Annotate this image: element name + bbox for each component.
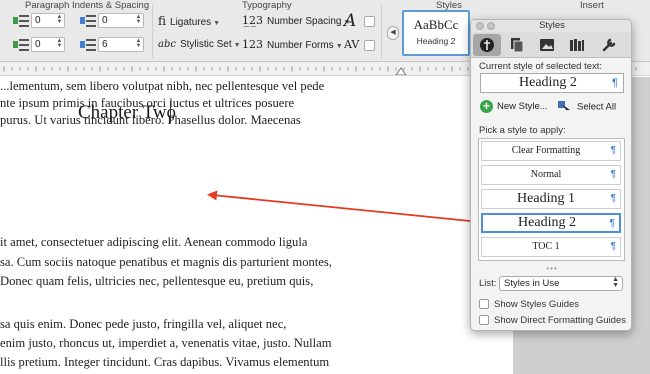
indent-right-field[interactable]: 0 ▲ ▼	[31, 37, 65, 52]
indent-right-icon	[13, 38, 29, 52]
style-list: Clear Formatting ¶ Normal ¶ Heading 1 ¶ Headin…	[478, 138, 625, 261]
styles-pane-titlebar[interactable]: Styles	[471, 20, 631, 32]
body-text-line: sa. Cum sociis natoque penatibus et magn…	[0, 255, 332, 269]
paragraph-style-icon: ¶	[609, 218, 615, 229]
spacing-after-icon	[80, 38, 96, 52]
ligatures-button[interactable]: ﬁ Ligatures ▼	[158, 14, 220, 31]
style-item[interactable]: TOC 1 ¶	[481, 237, 621, 257]
style-item[interactable]: Heading 1 ¶	[481, 189, 621, 209]
number-spacing-button[interactable]: 1̲2̲3 Number Spacing ▼	[242, 14, 350, 30]
styles-gallery-style-name: Heading 2	[416, 36, 456, 46]
paragraph-style-icon: ¶	[610, 145, 616, 156]
chapter-heading[interactable]: Chapter Two	[78, 102, 176, 124]
style-item-label: Heading 1	[517, 191, 575, 206]
list-filter-label: List:	[479, 278, 497, 289]
tab-tools[interactable]	[595, 34, 623, 56]
number-forms-icon: 123	[242, 38, 263, 51]
number-spacing-icon: 1̲2̲3	[242, 14, 263, 27]
current-style-field: Heading 2 ¶	[480, 73, 624, 93]
list-filter-select[interactable]: Styles in Use ▲ ▼	[499, 276, 623, 291]
paragraph-style-icon: ¶	[610, 241, 616, 252]
add-icon: +	[480, 100, 493, 113]
style-item-label: Normal	[530, 169, 562, 180]
paragraph-style-icon: ¶	[610, 169, 616, 180]
tab-clipboard[interactable]	[503, 34, 531, 56]
list-resize-handle[interactable]: •••	[471, 264, 631, 273]
new-style-button[interactable]: + New Style...	[480, 100, 548, 114]
body-text-line: llis pretium. Integer tincidunt. Cras da…	[0, 355, 330, 369]
indent-left-icon	[13, 14, 29, 28]
insert-group-label: Insert	[580, 0, 604, 11]
media-browser-icon	[540, 39, 554, 51]
paragraph-group-label: Paragraph Indents & Spacing	[25, 0, 150, 11]
styles-gallery-prev-button[interactable]: ◀	[387, 26, 399, 40]
contextual-alternates-icon[interactable]: A	[344, 11, 356, 31]
kerning-icon[interactable]: AV	[344, 38, 359, 52]
style-item[interactable]: Normal ¶	[481, 165, 621, 185]
styles-gallery-heading-2[interactable]: AaBbCc Heading 2	[402, 10, 470, 56]
stylistic-set-icon: abc	[158, 39, 176, 50]
kerning-checkbox[interactable]	[364, 40, 375, 51]
body-text-line: it amet, consectetuer adipiscing elit. A…	[0, 235, 308, 249]
style-item[interactable]: Clear Formatting ¶	[481, 141, 621, 161]
reference-tools-icon	[570, 39, 584, 51]
tab-media[interactable]	[533, 34, 561, 56]
pick-style-label: Pick a style to apply:	[479, 125, 566, 136]
ligatures-icon: ﬁ	[158, 14, 167, 28]
style-item-label: Clear Formatting	[511, 145, 581, 156]
contextual-alternates-checkbox[interactable]	[364, 16, 375, 27]
styles-pane-title: Styles	[539, 20, 565, 31]
body-text-line: Donec quam felis, ultricies nec, pellent…	[0, 274, 314, 288]
paragraph-style-icon: ¶	[610, 193, 616, 204]
styles-gallery-preview: AaBbCc	[413, 17, 459, 32]
typography-group-label: Typography	[242, 0, 292, 11]
show-styles-guides-checkbox[interactable]	[479, 299, 489, 310]
tab-reference[interactable]	[563, 34, 591, 56]
number-forms-button[interactable]: 123 Number Forms ▼	[242, 38, 343, 54]
show-styles-guides-option[interactable]: Show Styles Guides	[479, 299, 579, 310]
style-item[interactable]: Heading 2 ¶	[481, 213, 621, 233]
tab-styles[interactable]	[473, 34, 501, 56]
select-stepper-icon: ▲ ▼	[612, 276, 619, 289]
styles-palette-icon	[480, 38, 494, 52]
clipboard-icon	[511, 38, 524, 53]
show-direct-formatting-checkbox[interactable]	[479, 315, 489, 326]
toolbox-tabs	[471, 32, 631, 58]
styles-pane: Styles Current style of selected text: H…	[470, 19, 632, 331]
select-all-button[interactable]: Select All	[557, 100, 616, 115]
spacing-before-icon	[80, 14, 96, 28]
show-direct-formatting-option[interactable]: Show Direct Formatting Guides	[479, 315, 626, 326]
paragraph-style-icon: ¶	[612, 77, 618, 89]
style-item-label: Heading 2	[518, 215, 576, 230]
body-text-line: sa quis enim. Donec pede justo, fringill…	[0, 317, 287, 331]
wrench-icon	[602, 38, 616, 52]
style-item-label: TOC 1	[532, 241, 560, 252]
ribbon-divider	[152, 4, 153, 58]
indent-left-field[interactable]: 0 ▲ ▼	[31, 13, 65, 28]
text-cursor	[170, 101, 171, 123]
stylistic-set-button[interactable]: abc Stylistic Set ▼	[158, 38, 241, 53]
spacing-before-field[interactable]: 0 ▲ ▼	[98, 13, 144, 28]
spacing-after-field[interactable]: 6 ▲ ▼	[98, 37, 144, 52]
ribbon-divider	[381, 4, 382, 58]
body-text-line: ...lementum, sem libero volutpat nibh, n…	[0, 79, 325, 93]
current-style-label: Current style of selected text:	[479, 61, 603, 72]
body-text-line: enim justo, rhoncus ut, imperdiet a, ven…	[0, 336, 332, 350]
current-style-name: Heading 2	[519, 75, 577, 90]
select-all-icon	[557, 100, 571, 114]
